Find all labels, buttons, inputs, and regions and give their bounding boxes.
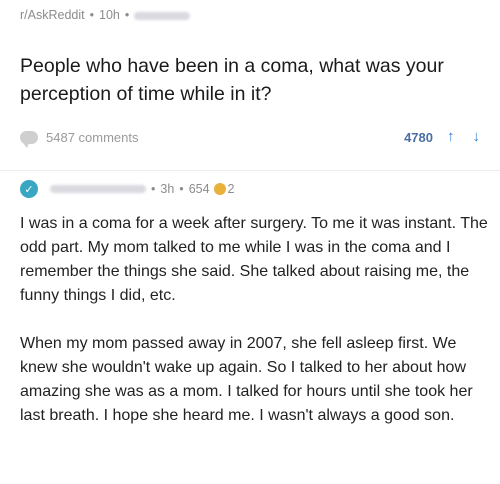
comment-age: 3h [160, 182, 175, 196]
comment-paragraph: When my mom passed away in 2007, she fel… [20, 335, 473, 424]
section-divider [0, 170, 500, 171]
post-age: 10h [99, 8, 120, 22]
comment-points: 654 [188, 182, 210, 196]
comments-button[interactable]: 5487 comments [20, 130, 139, 148]
coin-award-icon [213, 183, 226, 195]
arrow-down-icon[interactable]: ↓ [473, 128, 481, 146]
meta-separator: • [89, 8, 94, 22]
arrow-up-icon[interactable]: ↑ [447, 128, 455, 146]
post-score: 4780 [404, 129, 433, 145]
redacted-username [134, 11, 191, 20]
redacted-commenter [50, 185, 146, 193]
vote-controls: 4780 ↑ ↓ [404, 128, 480, 146]
meta-separator: • [124, 8, 130, 22]
meta-separator: • [151, 182, 156, 196]
comment-body: I was in a coma for a week after surgery… [20, 212, 488, 428]
comment-bubble-icon [20, 131, 38, 148]
award-count: 2 [227, 182, 235, 196]
post-meta: r/AskReddit • 10h • [20, 8, 480, 22]
check-badge-icon[interactable]: ✓ [20, 180, 38, 198]
comment-paragraph: I was in a coma for a week after surgery… [20, 215, 488, 304]
post-actions-bar: 5487 comments 4780 ↑ ↓ [20, 128, 480, 152]
subreddit-link[interactable]: r/AskReddit [20, 8, 85, 22]
meta-separator: • [179, 182, 184, 196]
post-title[interactable]: People who have been in a coma, what was… [20, 52, 480, 108]
comments-count: 5487 comments [46, 130, 139, 145]
comment-meta: ✓ • 3h • 654 2 [20, 178, 480, 200]
